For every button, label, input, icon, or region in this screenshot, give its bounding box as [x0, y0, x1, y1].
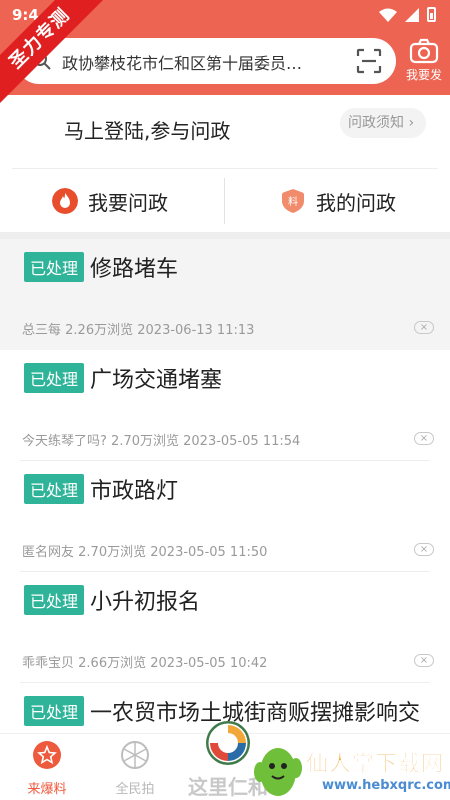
tab-snap[interactable]: 全民拍	[100, 740, 170, 797]
item-meta: 匿名网友 2.70万浏览 2023-05-05 11:50	[22, 541, 267, 560]
app-screen: 9:4 政协攀枝花市仁和区第十届委员… 我要发 圣力专测 马上登陆,参与问政 问…	[0, 0, 450, 800]
aperture-icon	[121, 741, 149, 769]
item-date: 2023-05-05 10:42	[150, 656, 268, 671]
wifi-icon	[379, 8, 397, 22]
tab-report[interactable]: 来爆料	[12, 740, 82, 797]
item-title-row: 已处理 小升初报名	[24, 584, 200, 616]
cactus-logo-icon	[254, 748, 302, 796]
list-item[interactable]: 已处理 市政路灯 匿名网友 2.70万浏览 2023-05-05 11:50 ×	[0, 461, 450, 572]
ask-question-button[interactable]: 我要问政	[52, 172, 168, 230]
status-badge: 已处理	[24, 252, 85, 282]
logo-icon	[205, 720, 251, 766]
watermark: 仙人掌下载网 www.hebxqrc.com	[250, 740, 450, 800]
divider	[12, 168, 438, 169]
ask-question-label: 我要问政	[88, 190, 168, 215]
item-meta: 乖乖宝贝 2.66万浏览 2023-05-05 10:42	[22, 652, 267, 671]
watermark-text: 仙人掌下载网	[306, 752, 445, 778]
close-icon[interactable]: ×	[414, 321, 434, 334]
item-author: 匿名网友	[22, 545, 75, 560]
list-item[interactable]: 已处理 广场交通堵塞 今天练琴了吗? 2.70万浏览 2023-05-05 11…	[0, 350, 450, 461]
scan-icon[interactable]	[356, 48, 382, 74]
status-badge: 已处理	[24, 585, 85, 615]
fire-icon	[52, 188, 78, 214]
close-icon[interactable]: ×	[414, 543, 434, 556]
my-questions-label: 我的问政	[316, 190, 396, 215]
my-questions-button[interactable]: 料 我的问政	[280, 172, 396, 230]
item-title: 广场交通堵塞	[90, 368, 223, 393]
status-badge: 已处理	[24, 696, 85, 726]
item-author: 乖乖宝贝	[22, 656, 75, 671]
post-label: 我要发	[405, 68, 442, 82]
notice-button[interactable]: 问政须知 ›	[340, 108, 426, 138]
item-views: 2.26万浏览	[65, 323, 134, 338]
item-views: 2.66万浏览	[78, 656, 147, 671]
tab-label: 全民拍	[115, 782, 155, 797]
post-button[interactable]: 我要发	[402, 38, 446, 90]
item-title: 修路堵车	[90, 257, 179, 282]
list-item[interactable]: 已处理 修路堵车 总三每 2.26万浏览 2023-06-13 11:13 ×	[0, 239, 450, 350]
login-prompt[interactable]: 马上登陆,参与问政	[64, 115, 230, 144]
search-input[interactable]: 政协攀枝花市仁和区第十届委员…	[62, 50, 342, 74]
tab-label: 来爆料	[27, 782, 67, 797]
list-item[interactable]: 已处理 小升初报名 乖乖宝贝 2.66万浏览 2023-05-05 10:42 …	[0, 572, 450, 683]
close-icon[interactable]: ×	[414, 432, 434, 445]
item-author: 总三每	[22, 323, 62, 338]
star-icon	[33, 741, 61, 769]
item-title-row: 已处理 广场交通堵塞	[24, 362, 222, 394]
item-title-row: 已处理 市政路灯	[24, 473, 178, 505]
status-badge: 已处理	[24, 474, 85, 504]
item-views: 2.70万浏览	[78, 545, 147, 560]
battery-icon	[427, 7, 436, 22]
status-badge: 已处理	[24, 363, 85, 393]
shield-icon: 料	[282, 189, 304, 213]
item-meta: 今天练琴了吗? 2.70万浏览 2023-05-05 11:54	[22, 430, 300, 449]
item-meta: 总三每 2.26万浏览 2023-06-13 11:13	[22, 319, 254, 338]
tab-separator	[224, 178, 225, 224]
ask-tabs: 我要问政 料 我的问政	[0, 172, 450, 230]
item-date: 2023-06-13 11:13	[137, 323, 255, 338]
search-bar[interactable]: 政协攀枝花市仁和区第十届委员…	[16, 38, 396, 84]
close-icon[interactable]: ×	[414, 654, 434, 667]
item-title: 市政路灯	[90, 479, 179, 504]
item-author: 今天练琴了吗?	[22, 434, 107, 449]
watermark-url: www.hebxqrc.com	[322, 778, 450, 793]
svg-text:料: 料	[288, 195, 298, 208]
section-separator	[0, 232, 450, 239]
signal-icon	[405, 7, 419, 22]
item-views: 2.70万浏览	[111, 434, 179, 449]
item-date: 2023-05-05 11:54	[183, 434, 301, 449]
item-title: 小升初报名	[90, 590, 201, 615]
status-icons	[379, 7, 436, 22]
item-date: 2023-05-05 11:50	[150, 545, 268, 560]
item-title-row: 已处理 修路堵车	[24, 251, 178, 283]
camera-icon	[409, 38, 439, 64]
